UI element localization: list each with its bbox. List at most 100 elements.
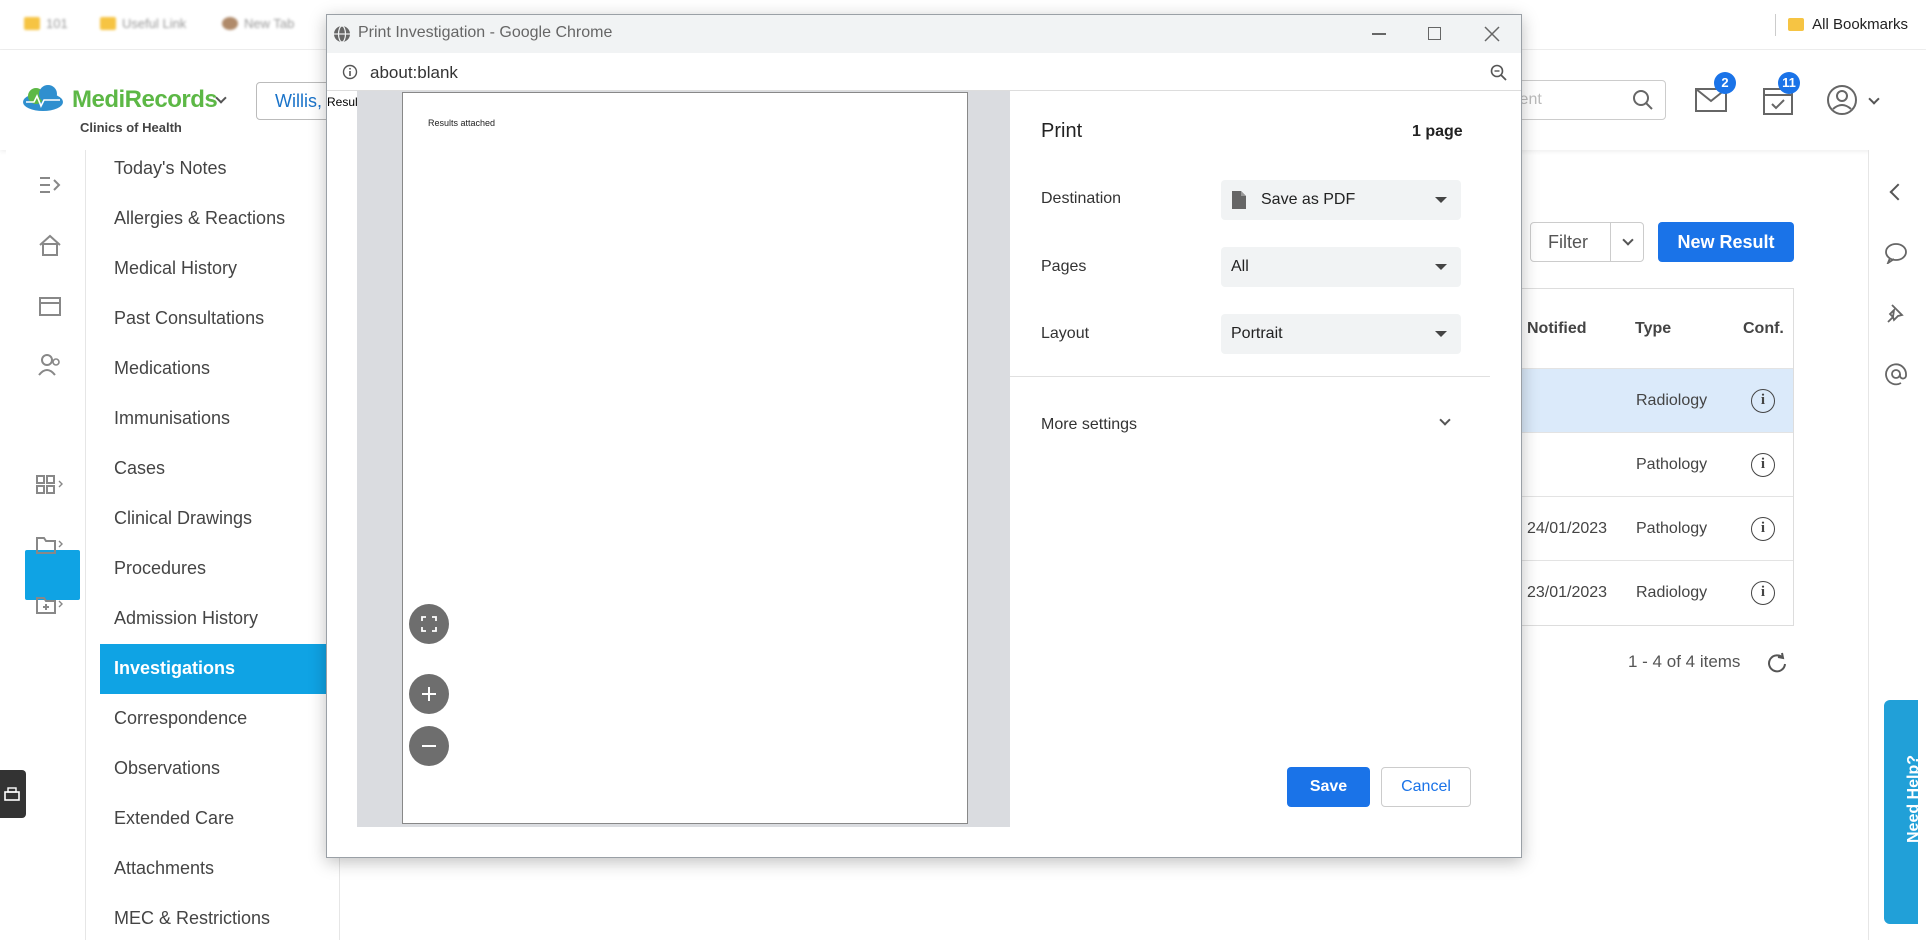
patient-icon — [35, 410, 65, 440]
fit-to-page-button[interactable] — [409, 604, 449, 644]
preview-page — [402, 92, 968, 824]
filter-label: Filter — [1548, 232, 1588, 252]
print-icon — [4, 787, 20, 801]
mail-count-badge: 2 — [1714, 72, 1736, 94]
folder-add-icon[interactable] — [35, 590, 65, 620]
info-icon[interactable]: i — [1751, 517, 1775, 541]
row-type: Radiology — [1636, 584, 1708, 601]
bookmark-item[interactable]: New Tab — [222, 16, 294, 31]
nav-item-investigations[interactable]: Investigations — [114, 658, 235, 679]
clinic-name: Clinics of Health — [80, 120, 182, 135]
info-icon[interactable] — [342, 64, 358, 80]
nav-item-extended-care[interactable]: Extended Care — [114, 808, 234, 829]
refresh-icon[interactable] — [1766, 652, 1788, 674]
background-text: Resul — [327, 95, 358, 109]
column-header-type[interactable]: Type — [1635, 320, 1671, 338]
nav-item-correspondence[interactable]: Correspondence — [114, 708, 247, 729]
minus-icon — [422, 745, 436, 747]
info-icon[interactable]: i — [1751, 389, 1775, 413]
window-title: Print Investigation - Google Chrome — [358, 24, 613, 41]
all-bookmarks-button[interactable]: All Bookmarks — [1788, 16, 1908, 33]
folder-icon — [1788, 18, 1805, 31]
pages-select[interactable]: All — [1221, 247, 1461, 287]
bookmark-item[interactable]: 101 — [24, 16, 68, 31]
home-icon[interactable] — [35, 230, 65, 260]
nav-item-admission-history[interactable]: Admission History — [114, 608, 258, 629]
fit-icon — [421, 616, 437, 632]
nav-item-past-consultations[interactable]: Past Consultations — [114, 308, 264, 329]
brand-name: MediRecords — [72, 86, 218, 113]
nav-item-cases[interactable]: Cases — [114, 458, 165, 479]
nav-item-medical-history[interactable]: Medical History — [114, 258, 237, 279]
row-notified: 23/01/2023 — [1527, 584, 1608, 601]
folder-icon — [100, 17, 116, 30]
globe-icon — [334, 25, 350, 43]
print-heading: Print — [1041, 120, 1083, 142]
modules-icon[interactable] — [35, 470, 65, 500]
dropdown-arrow-icon — [1435, 197, 1447, 203]
patients-group-icon[interactable] — [35, 350, 65, 380]
zoom-in-button[interactable] — [409, 674, 449, 714]
minimize-icon[interactable] — [1372, 33, 1386, 35]
url-text[interactable]: about:blank — [370, 63, 458, 83]
maximize-icon[interactable] — [1428, 27, 1441, 40]
zoom-icon[interactable] — [1490, 64, 1508, 82]
settings-divider — [1010, 376, 1490, 377]
nav-item-allergies[interactable]: Allergies & Reactions — [114, 208, 285, 229]
close-icon[interactable] — [1484, 26, 1500, 42]
search-icon[interactable] — [1632, 89, 1654, 111]
window-url-bar — [327, 53, 1521, 91]
patient-chip[interactable]: Willis, — [256, 82, 336, 120]
pages-label: Pages — [1041, 258, 1087, 275]
layout-label: Layout — [1041, 325, 1090, 342]
row-notified: 24/01/2023 — [1527, 520, 1608, 537]
icon-rail — [6, 150, 86, 940]
plus-icon — [422, 687, 436, 701]
nav-item-clinical-drawings[interactable]: Clinical Drawings — [114, 508, 252, 529]
layout-select[interactable]: Portrait — [1221, 314, 1461, 354]
destination-label: Destination — [1041, 190, 1122, 207]
expand-menu-icon[interactable] — [35, 170, 65, 200]
dropdown-arrow-icon — [1435, 264, 1447, 270]
filter-divider — [1610, 223, 1611, 261]
dropdown-arrow-icon — [1435, 331, 1447, 337]
tasks-count-badge: 11 — [1778, 72, 1800, 94]
save-button[interactable]: Save — [1287, 767, 1370, 807]
preview-page-text: Results attached — [428, 118, 496, 128]
bookmarks-divider — [1775, 14, 1776, 36]
nav-item-procedures[interactable]: Procedures — [114, 558, 206, 579]
info-icon[interactable]: i — [1751, 581, 1775, 605]
pin-icon[interactable] — [1884, 302, 1908, 326]
document-icon — [1232, 191, 1246, 209]
comment-icon[interactable] — [1884, 242, 1908, 264]
page-count: 1 page — [1412, 123, 1463, 140]
more-settings-toggle[interactable]: More settings — [1041, 416, 1137, 434]
row-type: Pathology — [1636, 520, 1708, 537]
row-type: Pathology — [1636, 456, 1708, 473]
nav-item-mec-restrictions[interactable]: MEC & Restrictions — [114, 908, 270, 929]
destination-select[interactable]: Save as PDF — [1221, 180, 1461, 220]
bookmark-item[interactable]: Useful Link — [100, 16, 186, 31]
calendar-icon[interactable] — [35, 290, 65, 320]
nav-item-observations[interactable]: Observations — [114, 758, 220, 779]
folder-icon[interactable] — [35, 530, 65, 560]
nav-item-immunisations[interactable]: Immunisations — [114, 408, 230, 429]
column-header-conf[interactable]: Conf. — [1743, 320, 1784, 338]
zoom-out-button[interactable] — [409, 726, 449, 766]
row-type: Radiology — [1636, 392, 1708, 409]
column-header-notified[interactable]: Notified — [1527, 320, 1587, 338]
pager-text: 1 - 4 of 4 items — [1628, 652, 1741, 671]
nav-item-medications[interactable]: Medications — [114, 358, 210, 379]
nav-item-todays-notes[interactable]: Today's Notes — [114, 158, 227, 179]
cancel-button[interactable]: Cancel — [1381, 767, 1471, 807]
background-strip — [327, 91, 357, 827]
new-result-button[interactable]: New Result — [1658, 222, 1794, 262]
person-icon — [222, 17, 238, 30]
need-help-label: Need Help? — [1905, 754, 1923, 844]
info-icon[interactable]: i — [1751, 453, 1775, 477]
mention-icon[interactable] — [1884, 362, 1908, 386]
user-account-icon[interactable] — [1826, 84, 1858, 116]
cloud-logo-icon — [23, 85, 63, 111]
nav-item-attachments[interactable]: Attachments — [114, 858, 214, 879]
folder-icon — [24, 17, 40, 30]
